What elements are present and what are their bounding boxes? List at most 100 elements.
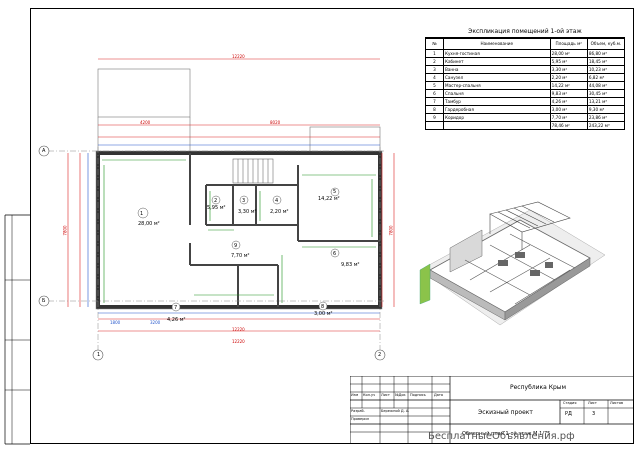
col-num: № [425,38,444,50]
room-3-area: 3,30 м² [238,209,257,215]
explication-cell-num: 5 [425,81,444,90]
explication-cell-area: 3,30 м² [549,65,588,74]
explication-cell-num: 1 [425,49,444,58]
binding-margin [4,214,30,445]
terrace [97,68,191,118]
explication-row: 6 Спальня 9,83 м² 30,45 м³ [425,89,626,98]
axis-label-a: А [42,148,46,154]
explication-cell-name: Спальня [442,89,551,98]
region-title: Республика Крым [510,384,567,391]
axis-label-b: Б [42,298,46,304]
explication-cell-area: 2,20 м² [549,73,588,82]
dim-top-total: 12220 [232,54,245,59]
explication-cell-volume: 30,45 м³ [586,89,626,98]
room-8-number: 8 [321,304,325,310]
explication-cell-volume: 6,82 м³ [586,73,626,82]
sheet-label: Лист [588,401,597,405]
col-name: Наименование [442,38,551,50]
explication-cell-name [442,121,551,130]
explication-cell-volume: 243,22 м³ [586,121,626,130]
explication-cell-area: 9,83 м² [549,89,588,98]
explication-cell-name: Ванна [442,65,551,74]
explication-cell-volume: 23,86 м³ [586,113,626,122]
dim-bottom-total: 12220 [232,327,245,332]
explication-cell-area: 3,00 м² [549,105,588,114]
explication-cell-name: Коридор [442,113,551,122]
explication-cell-num [425,121,444,130]
row-checker: Проверил [351,417,369,421]
explication-cell-name: Кухня-гостиная [442,49,551,58]
explication-cell-num: 6 [425,89,444,98]
col-izm: Изм [351,393,359,397]
floor-plan [38,58,395,361]
dim-left-total: 7800 [62,225,68,236]
explication-cell-volume: 44,08 м³ [586,81,626,90]
explication-cell-num: 7 [425,97,444,106]
explication-row: 5 Мастер-спальня 14,22 м² 44,08 м³ [425,81,626,90]
col-sign: Подпись [410,393,426,397]
explication-cell-volume: 10,23 м³ [586,65,626,74]
col-date: Дата [434,393,444,397]
explication-cell-num: 9 [425,113,444,122]
dim-bottom-seg2: 3200 [150,320,161,325]
room-6-number: 6 [333,251,337,257]
room-8-area: 3,00 м² [314,311,333,317]
staircase [232,158,274,184]
sheets-label: Листов [610,401,624,405]
explication-row: 9 Коридор 7,70 м² 23,86 м³ [425,113,626,122]
col-doc: №Док [395,393,406,397]
explication-row: 1 Кухня-гостиная 28,00 м² 86,80 м³ [425,49,626,58]
outer-dimensions [67,58,395,332]
col-area: Площадь м² [549,38,588,50]
dim-bottom-seg1: 1800 [110,320,121,325]
explication-cell-area: 4,26 м² [549,97,588,106]
explication-row: 78,46 м² 243,22 м³ [425,121,626,130]
room-2-area: 5,95 м² [207,205,226,211]
explication-cell-name: Санузел [442,73,551,82]
explication-cell-area: 28,00 м² [549,49,588,58]
room-9-number: 9 [234,243,238,249]
axis-label-2: 2 [378,352,382,358]
room-3-number: 3 [242,198,246,204]
col-volume: Объем, куб.м. [586,38,626,50]
watermark: БесплатныеОбъявления.рф [428,431,575,442]
explication-cell-area: 78,46 м² [549,121,588,130]
col-list: Лист [381,393,390,397]
explication-title: Экспликация помещений 1-ой этаж [425,27,625,38]
room-5-area: 14,22 м² [318,196,340,202]
explication-row: 3 Ванна 3,30 м² 10,23 м³ [425,65,626,74]
stage-value: РД [565,411,572,417]
room-5-number: 5 [333,189,337,195]
room-4-number: 4 [275,198,279,204]
room-7-area: 4,26 м² [167,317,186,323]
room-2-number: 2 [214,198,218,204]
explication-row: 4 Санузел 2,20 м² 6,82 м³ [425,73,626,82]
explication-cell-name: Мастер-спальня [442,81,551,90]
explication-row: 8 Гардеробная 3,00 м² 9,30 м³ [425,105,626,114]
explication-cell-volume: 13,21 м³ [586,97,626,106]
explication-cell-name: Тамбур [442,97,551,106]
blue-dimensions [87,144,380,314]
explication-table: Экспликация помещений 1-ой этаж № Наимен… [425,27,626,130]
dim-top-a: 4200 [140,120,151,125]
explication-header-row: № Наименование Площадь м² Объем, куб.м. [425,38,626,50]
explication-cell-num: 4 [425,73,444,82]
explication-cell-name: Гардеробная [442,105,551,114]
explication-cell-name: Кабинет [442,57,551,66]
room-1-number: 1 [140,211,144,217]
row-developer: Разраб. [351,409,365,413]
stage-title: Эскизный проект [478,409,533,416]
axis-label-1: 1 [97,352,101,358]
room-1-area: 28,00 м² [138,221,160,227]
room-7-number: 7 [174,305,178,311]
dim-bottom-a: 12220 [232,339,245,344]
explication-cell-num: 3 [425,65,444,74]
room-6-area: 9,83 м² [341,262,360,268]
explication-cell-area: 5,95 м² [549,57,588,66]
sheet-value: 3 [592,411,596,417]
explication-row: 7 Тамбур 4,26 м² 13,21 м³ [425,97,626,106]
designer-name: Бережной Д. А. [381,409,410,413]
explication-cell-num: 2 [425,57,444,66]
explication-cell-area: 7,70 м² [549,113,588,122]
stage-label: Стадия [563,401,577,405]
